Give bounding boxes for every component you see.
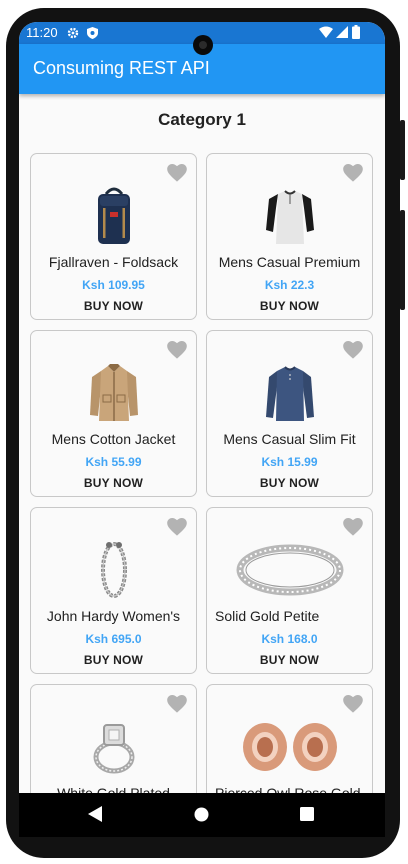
front-camera — [193, 35, 213, 55]
jacket-image — [89, 364, 138, 421]
buy-now-button[interactable]: BUY NOW — [207, 299, 372, 313]
product-card[interactable]: Mens Cotton Jacket Ksh 55.99 BUY NOW — [30, 330, 197, 497]
category-title: Category 1 — [158, 110, 246, 129]
heart-icon[interactable] — [167, 695, 187, 713]
product-name: John Hardy Women's — [46, 608, 181, 624]
product-price: Ksh 55.99 — [85, 455, 142, 469]
buy-now-button[interactable]: BUY NOW — [31, 476, 196, 490]
buy-now-button[interactable]: BUY NOW — [31, 653, 196, 667]
product-price: Ksh 109.95 — [82, 278, 145, 292]
plugs-image — [242, 723, 337, 771]
heart-icon[interactable] — [167, 518, 187, 536]
power-button — [400, 120, 405, 180]
product-card[interactable]: Mens Casual Premium Ksh 22.3 BUY NOW — [206, 153, 373, 320]
home-icon[interactable] — [194, 807, 209, 822]
back-icon[interactable] — [88, 806, 102, 822]
heart-icon[interactable] — [167, 341, 187, 359]
heart-icon[interactable] — [343, 518, 363, 536]
product-name: White Gold Plated — [57, 785, 170, 793]
product-price: Ksh 168.0 — [261, 632, 318, 646]
product-card[interactable]: Pierced Owl Rose Gold — [206, 684, 373, 793]
product-card[interactable]: Mens Casual Slim Fit Ksh 15.99 BUY NOW — [206, 330, 373, 497]
buy-now-button[interactable]: BUY NOW — [207, 653, 372, 667]
product-grid-scroll[interactable]: Category 1 Fjallraven - Foldsack Ksh 109… — [19, 94, 385, 793]
ring-image — [236, 544, 343, 596]
tshirt-image — [265, 190, 314, 244]
product-price: Ksh 15.99 — [261, 455, 318, 469]
product-name: Mens Casual Premium — [218, 254, 361, 270]
heart-icon[interactable] — [167, 164, 187, 182]
product-card[interactable]: Solid Gold Petite Ksh 168.0 BUY NOW — [206, 507, 373, 674]
product-price: Ksh 22.3 — [264, 278, 315, 292]
product-card[interactable]: John Hardy Women's Ksh 695.0 BUY NOW — [30, 507, 197, 674]
product-name: Solid Gold Petite — [215, 608, 320, 624]
backpack-image — [97, 187, 130, 244]
shield-icon — [87, 27, 98, 39]
product-name: Pierced Owl Rose Gold — [215, 785, 361, 793]
signal-icon — [336, 26, 348, 38]
screen: 11:20 Consuming REST API Category 1 Fjal… — [19, 22, 385, 793]
gear-icon — [67, 27, 79, 39]
status-time: 11:20 — [26, 25, 58, 40]
diamond-ring-image — [93, 724, 134, 774]
battery-icon — [352, 25, 360, 39]
recents-icon[interactable] — [300, 807, 314, 821]
bracelet-image — [100, 542, 127, 598]
product-card[interactable]: White Gold Plated — [30, 684, 197, 793]
app-title: Consuming REST API — [33, 58, 210, 78]
product-price: Ksh 695.0 — [85, 632, 142, 646]
buy-now-button[interactable]: BUY NOW — [31, 299, 196, 313]
volume-button — [400, 210, 405, 310]
wifi-icon — [319, 26, 333, 38]
heart-icon[interactable] — [343, 164, 363, 182]
buy-now-button[interactable]: BUY NOW — [207, 476, 372, 490]
navigation-bar — [19, 793, 385, 837]
product-name: Mens Casual Slim Fit — [223, 431, 356, 447]
product-name: Mens Cotton Jacket — [51, 431, 176, 447]
product-name: Fjallraven - Foldsack — [48, 254, 179, 270]
longsleeve-image — [265, 366, 314, 421]
heart-icon[interactable] — [343, 695, 363, 713]
product-card[interactable]: Fjallraven - Foldsack Ksh 109.95 BUY NOW — [30, 153, 197, 320]
heart-icon[interactable] — [343, 341, 363, 359]
